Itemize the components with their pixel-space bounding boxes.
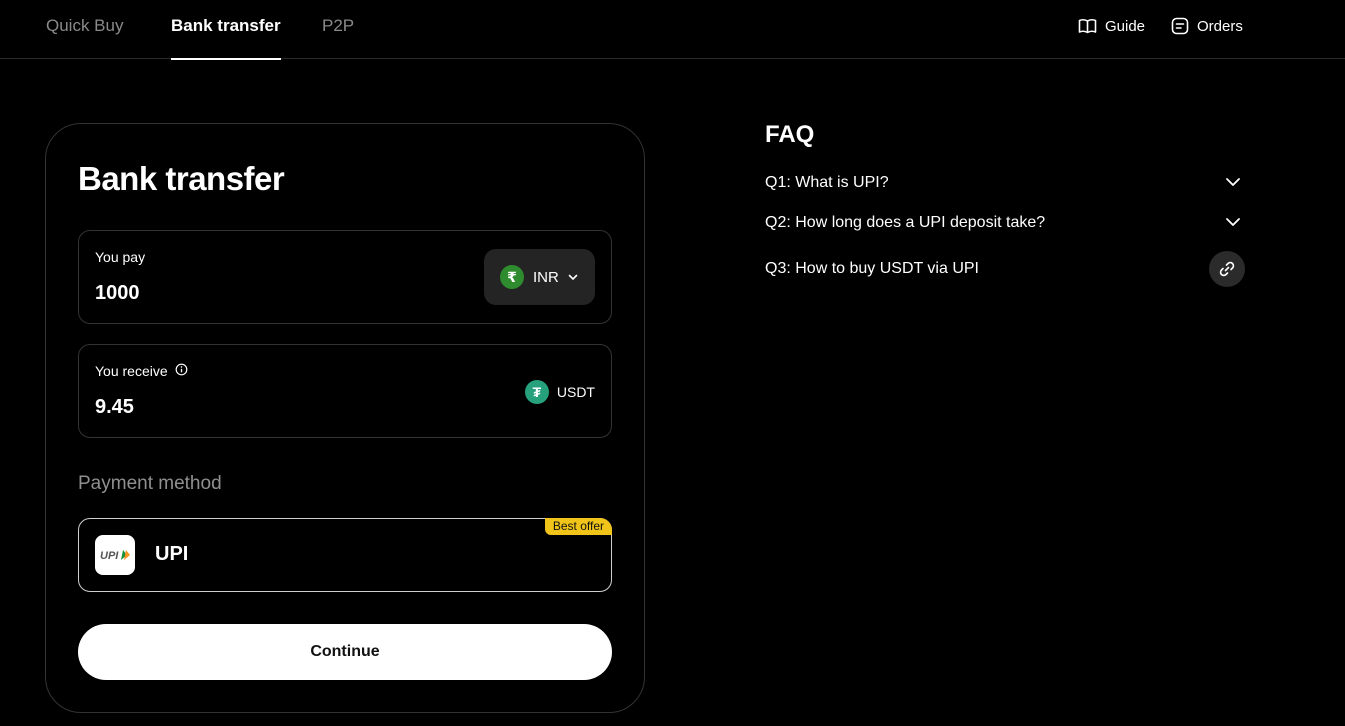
pay-amount-input[interactable] <box>95 282 395 305</box>
receive-amount-output <box>95 396 395 419</box>
card-title: Bank transfer <box>78 160 285 197</box>
faq-title: FAQ <box>765 121 815 148</box>
tether-coin-icon: ₮ <box>524 380 549 404</box>
chevron-down-icon <box>1225 214 1241 232</box>
faq-question: Q2: How long does a UPI deposit take? <box>765 214 1046 231</box>
receive-currency: ₮ USDT <box>524 380 595 404</box>
upi-logo: UPI <box>95 535 135 575</box>
faq-question: Q1: What is UPI? <box>765 174 889 191</box>
bank-transfer-card: Bank transfer You pay ₹ INR You receive … <box>45 123 645 713</box>
guide-link[interactable]: Guide <box>1078 16 1145 36</box>
faq-item-2[interactable]: Q2: How long does a UPI deposit take? <box>765 209 1245 237</box>
tab-quick-buy[interactable]: Quick Buy <box>46 0 123 59</box>
chevron-down-icon <box>1225 174 1241 192</box>
receive-box: You receive ₮ USDT <box>78 344 612 438</box>
faq-question: Q3: How to buy USDT via UPI <box>765 260 979 277</box>
svg-text:UPI: UPI <box>100 550 119 562</box>
tab-p2p[interactable]: P2P <box>322 0 354 59</box>
payment-method-name: UPI <box>155 543 189 565</box>
pay-label: You pay <box>95 249 146 265</box>
receive-currency-code: USDT <box>556 384 595 400</box>
book-icon <box>1078 18 1097 34</box>
payment-method-upi[interactable]: UPI UPI Best offer <box>78 518 612 592</box>
best-offer-badge: Best offer <box>544 518 612 535</box>
chevron-down-icon <box>568 268 578 286</box>
payment-method-label: Payment method <box>78 473 222 494</box>
pay-currency-code: INR <box>533 268 559 286</box>
receive-label: You receive <box>95 363 188 379</box>
pay-box: You pay ₹ INR <box>78 230 612 324</box>
tab-bank-transfer[interactable]: Bank transfer <box>171 0 281 60</box>
info-icon[interactable] <box>175 363 188 379</box>
rupee-coin-icon: ₹ <box>500 265 524 289</box>
guide-label: Guide <box>1105 17 1146 35</box>
faq-item-3[interactable]: Q3: How to buy USDT via UPI <box>765 251 1245 287</box>
top-nav: Quick Buy Bank transfer P2P Guide Orders <box>0 0 1345 60</box>
faq-item-1[interactable]: Q1: What is UPI? <box>765 169 1245 197</box>
link-icon[interactable] <box>1209 251 1245 287</box>
currency-select[interactable]: ₹ INR <box>484 249 595 305</box>
orders-link[interactable]: Orders <box>1171 16 1243 36</box>
continue-button[interactable]: Continue <box>78 624 612 680</box>
orders-label: Orders <box>1197 17 1243 35</box>
orders-icon <box>1171 17 1189 35</box>
